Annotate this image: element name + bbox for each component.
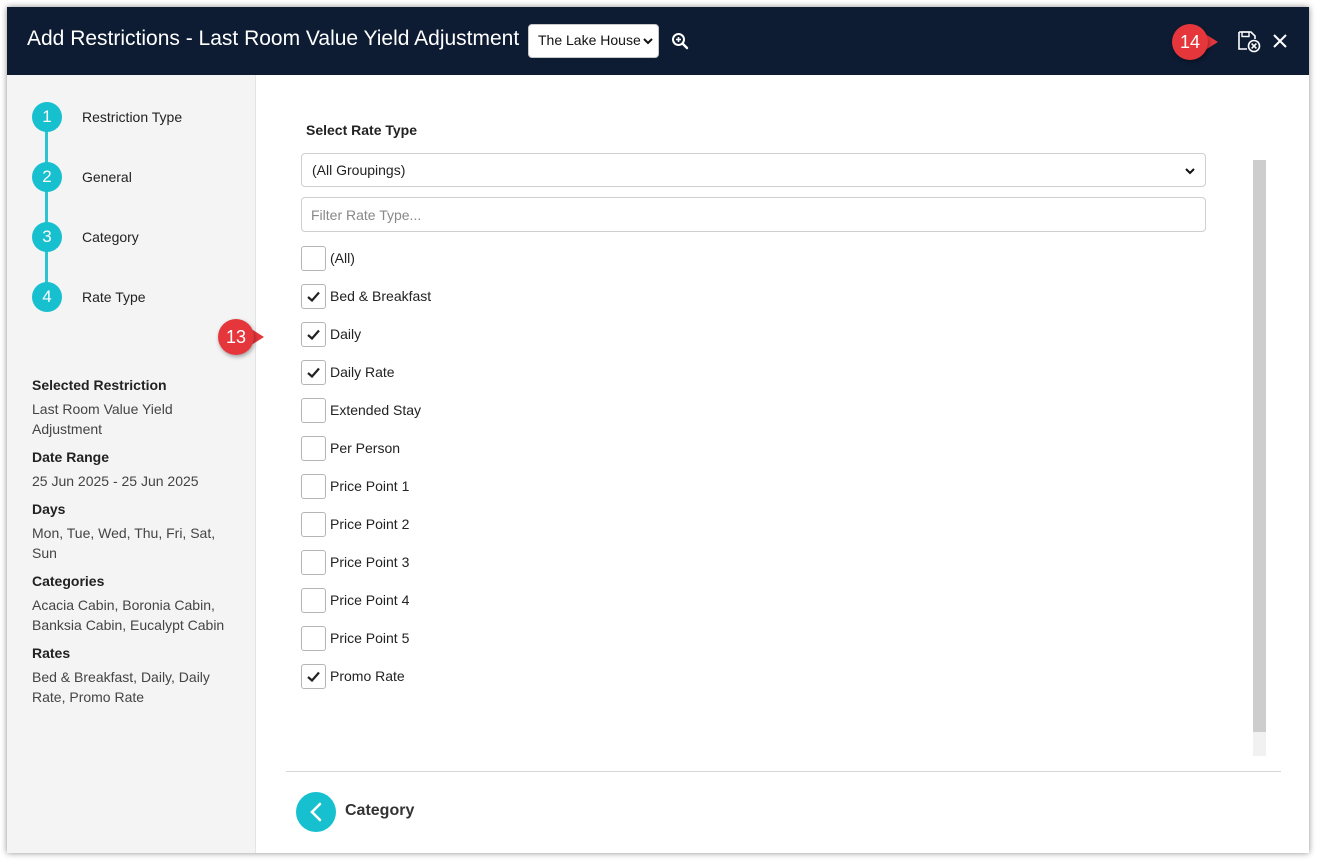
summary-heading: Rates [32, 645, 71, 661]
rate-type-option[interactable]: Daily [301, 322, 801, 360]
rate-type-checkbox[interactable] [301, 512, 326, 537]
rate-type-label: Price Point 2 [330, 516, 410, 532]
rate-type-label: Price Point 4 [330, 592, 410, 608]
rate-type-label: Daily [330, 326, 362, 342]
checkmark-icon [307, 671, 320, 682]
rate-type-checkbox[interactable] [301, 550, 326, 575]
chevron-left-icon [310, 802, 322, 822]
filter-rate-type-input[interactable] [301, 197, 1206, 232]
section-title: Select Rate Type [306, 122, 418, 138]
rate-type-option[interactable]: Promo Rate [301, 664, 801, 702]
rate-type-option[interactable]: (All) [301, 246, 801, 284]
summary-value: Mon, Tue, Wed, Thu, Fri, Sat, Sun [32, 525, 216, 561]
rate-type-checkbox[interactable] [301, 474, 326, 499]
close-icon[interactable] [1270, 31, 1290, 51]
zoom-in-icon[interactable] [671, 32, 689, 50]
scrollbar-thumb[interactable] [1253, 160, 1266, 732]
dialog-title: Add Restrictions - Last Room Value Yield… [27, 27, 520, 50]
rate-type-list: (All) Bed & Breakfast Daily Daily Rate E… [301, 246, 801, 702]
rate-type-option[interactable]: Price Point 4 [301, 588, 801, 626]
rate-type-label: Promo Rate [330, 668, 405, 684]
rate-type-label: Bed & Breakfast [330, 288, 432, 304]
rate-type-option[interactable]: Price Point 2 [301, 512, 801, 550]
rate-type-option[interactable]: Extended Stay [301, 398, 801, 436]
rate-type-checkbox[interactable] [301, 664, 326, 689]
rate-type-label: Daily Rate [330, 364, 395, 380]
summary-value: Bed & Breakfast, Daily, Daily Rate, Prom… [32, 669, 210, 705]
rate-type-checkbox[interactable] [301, 588, 326, 613]
checkmark-icon [307, 367, 320, 378]
rate-type-checkbox[interactable] [301, 322, 326, 347]
wizard-sidebar: 1 Restriction Type 2 General 3 Category … [7, 75, 256, 853]
step-number: 2 [32, 162, 62, 192]
rate-type-option[interactable]: Price Point 5 [301, 626, 801, 664]
step-label: General [82, 169, 132, 185]
summary-heading: Days [32, 501, 66, 517]
save-cancel-icon[interactable] [1236, 29, 1262, 53]
rate-type-label: (All) [330, 250, 355, 266]
chevron-down-icon [1185, 168, 1195, 175]
rate-type-checkbox[interactable] [301, 284, 326, 309]
dialog-window: Add Restrictions - Last Room Value Yield… [7, 7, 1309, 853]
rate-type-checkbox[interactable] [301, 436, 326, 461]
rate-type-option[interactable]: Per Person [301, 436, 801, 474]
rate-type-option[interactable]: Price Point 1 [301, 474, 801, 512]
property-select-value: The Lake House [538, 32, 641, 48]
summary-heading: Date Range [32, 449, 110, 465]
scrollbar-track[interactable] [1253, 160, 1266, 756]
chevron-down-icon [643, 38, 653, 45]
rate-type-option[interactable]: Daily Rate [301, 360, 801, 398]
rate-type-label: Price Point 1 [330, 478, 410, 494]
rate-type-checkbox[interactable] [301, 360, 326, 385]
step-connector [45, 117, 48, 297]
rate-type-checkbox[interactable] [301, 626, 326, 651]
grouping-select-value: (All Groupings) [312, 162, 406, 178]
dialog-header: Add Restrictions - Last Room Value Yield… [7, 7, 1309, 75]
step-number: 1 [32, 102, 62, 132]
rate-type-option[interactable]: Bed & Breakfast [301, 284, 801, 322]
footer-divider [286, 771, 1281, 772]
grouping-select[interactable]: (All Groupings) [301, 153, 1206, 187]
back-button-label[interactable]: Category [345, 802, 414, 820]
summary-heading: Categories [32, 573, 105, 589]
restriction-summary: Selected Restriction Last Room Value Yie… [32, 377, 242, 717]
rate-type-option[interactable]: Price Point 3 [301, 550, 801, 588]
rate-type-checkbox[interactable] [301, 246, 326, 271]
rate-type-label: Per Person [330, 440, 401, 456]
summary-value: Last Room Value Yield Adjustment [32, 401, 173, 437]
rate-type-label: Extended Stay [330, 402, 422, 418]
checkmark-icon [307, 329, 320, 340]
rate-type-label: Price Point 5 [330, 630, 410, 646]
callout-number: 13 [218, 319, 254, 355]
callout-number: 14 [1172, 24, 1208, 60]
main-content: Select Rate Type (All Groupings) (All) B… [257, 75, 1309, 853]
summary-value: Acacia Cabin, Boronia Cabin, Banksia Cab… [32, 597, 225, 633]
back-button[interactable] [296, 792, 336, 832]
step-label: Category [82, 229, 139, 245]
rate-type-label: Price Point 3 [330, 554, 410, 570]
step-label: Rate Type [82, 289, 146, 305]
summary-heading: Selected Restriction [32, 377, 167, 393]
property-select[interactable]: The Lake House [528, 24, 659, 58]
checkmark-icon [307, 291, 320, 302]
step-label: Restriction Type [82, 109, 183, 125]
step-number: 3 [32, 222, 62, 252]
summary-value: 25 Jun 2025 - 25 Jun 2025 [32, 473, 199, 489]
step-number: 4 [32, 282, 62, 312]
rate-type-checkbox[interactable] [301, 398, 326, 423]
